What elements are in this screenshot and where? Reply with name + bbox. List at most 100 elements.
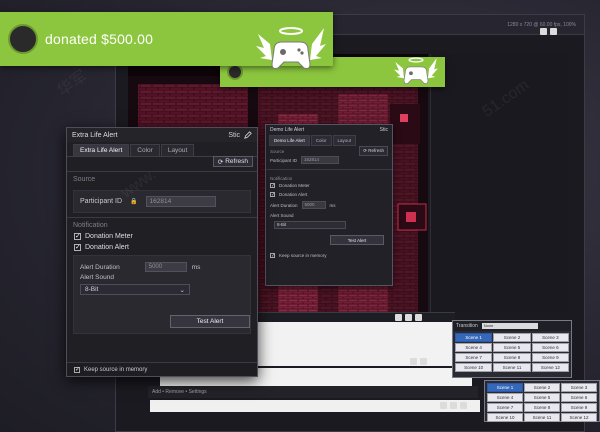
tab-layout[interactable]: Layout (332, 135, 357, 146)
scene-button[interactable]: Scene 1 (487, 383, 523, 392)
donation-meter-checkbox[interactable]: ✓ (74, 233, 81, 240)
scene-grid-2: Scene 1 Scene 2 Scene 3 Scene 4 Scene 5 Scene… (485, 381, 599, 424)
alert-label: Donation Alert (279, 192, 308, 197)
scene-button[interactable]: Scene 5 (524, 393, 560, 402)
settings-icon[interactable] (415, 314, 422, 321)
alert-sound-value: 8-Bit (85, 286, 99, 293)
extra-life-alert-dialog: Extra Life Alert Stic Extra Life Alert C… (66, 127, 258, 377)
scene-button[interactable]: Scene 8 (524, 403, 560, 412)
checkbox-alert[interactable]: ✓ (270, 192, 275, 198)
scene-button[interactable]: Scene 10 (455, 363, 493, 372)
sticky-toggle[interactable]: Stic (228, 132, 240, 139)
tab-color[interactable]: Color (310, 135, 332, 146)
dialog-tabs: Extra Life Alert Color Layout (67, 142, 257, 156)
scene-buttons-panel: Transition None Scene 1 Scene 2 Scene 3 Sce… (452, 320, 572, 378)
scene-button[interactable]: Scene 7 (455, 353, 493, 362)
obs-window-controls[interactable] (540, 28, 557, 35)
participant-id-label: Participant ID (80, 198, 123, 205)
duration-row: Alert Duration 5000 ms (266, 199, 392, 211)
tab-color[interactable]: Color (130, 144, 160, 156)
pen-icon[interactable] (244, 131, 252, 139)
minimize-icon[interactable] (540, 28, 547, 35)
scene-button[interactable]: Scene 2 (524, 383, 560, 392)
obs-footer-controls[interactable] (150, 400, 480, 412)
keep-row[interactable]: ✓ Keep source in memory (266, 251, 392, 260)
alert-sound-select[interactable]: 8-Bit ⌄ (80, 284, 190, 295)
donation-alert-checkbox[interactable]: ✓ (74, 244, 81, 251)
keep-source-label: Keep source in memory (84, 366, 148, 373)
duration-label: Alert Duration (270, 202, 298, 208)
scene-button[interactable]: Scene 8 (493, 353, 531, 362)
tab-layout[interactable]: Layout (160, 144, 195, 156)
avatar (227, 64, 243, 80)
divider (266, 169, 392, 170)
scene-button[interactable]: Scene 11 (524, 413, 560, 422)
transition-label: Transition (456, 323, 478, 329)
scene-button[interactable]: Scene 7 (487, 403, 523, 412)
sound-select[interactable]: 8-Bit (274, 221, 346, 229)
down-arrow-icon[interactable] (420, 358, 427, 365)
tab-extra-life-alert[interactable]: Extra Life Alert (73, 144, 130, 156)
alert-row[interactable]: ✓ Donation Alert (266, 190, 392, 199)
scene-button[interactable]: Scene 4 (487, 393, 523, 402)
close-icon[interactable] (550, 28, 557, 35)
sticky-label[interactable]: Stic (380, 127, 388, 133)
scene-button[interactable]: Scene 2 (493, 333, 531, 342)
up-arrow-icon[interactable] (410, 358, 417, 365)
trash-icon[interactable] (460, 402, 467, 409)
test-alert-button[interactable]: Test Alert (330, 235, 384, 245)
duration-unit: ms (191, 263, 201, 271)
transition-header: Transition None (453, 321, 571, 331)
scene-button[interactable]: Scene 5 (493, 343, 531, 352)
scene-button[interactable]: Scene 9 (561, 403, 597, 412)
scene-button[interactable]: Scene 12 (531, 363, 569, 372)
scene-button[interactable]: Scene 4 (455, 343, 493, 352)
donation-alert-row[interactable]: ✓ Donation Alert (67, 242, 257, 253)
source-section-label: Source (73, 176, 96, 183)
dialog-title: Demo Life Alert (270, 127, 305, 133)
meter-row[interactable]: ✓ Donation Meter (266, 181, 392, 190)
participant-id-input[interactable]: 162814 (145, 196, 216, 207)
refresh-button[interactable]: ⟳ Refresh (212, 156, 253, 167)
donation-meter-row[interactable]: ✓ Donation Meter (67, 231, 257, 242)
alert-duration-row: Alert Duration 5000 ms (80, 262, 244, 272)
scene-button[interactable]: Scene 9 (531, 353, 569, 362)
mic-icon[interactable] (395, 314, 402, 321)
scene-button[interactable]: Scene 10 (487, 413, 523, 422)
scene-button[interactable]: Scene 1 (455, 333, 493, 342)
tab-alert[interactable]: Demo Life Alert (269, 135, 310, 146)
obs-stats-text: 1280 x 720 @ 60.00 fps, 100% (507, 21, 576, 28)
alert-sound-label: Alert Sound (80, 274, 114, 281)
scene-button[interactable]: Scene 6 (561, 393, 597, 402)
keep-source-checkbox[interactable]: ✓ (74, 366, 80, 373)
dialog-titlebar: Demo Life Alert Stic (266, 125, 392, 135)
scene-button[interactable]: Scene 12 (561, 413, 597, 422)
pid-input[interactable]: 162814 (301, 156, 340, 164)
alert-duration-input[interactable]: 5000 (144, 262, 187, 272)
refresh-button[interactable]: ⟳ Refresh (359, 146, 388, 156)
scene-button[interactable]: Scene 3 (531, 333, 569, 342)
scene-button[interactable]: Scene 3 (561, 383, 597, 392)
keep-source-row[interactable]: ✓ Keep source in memory (67, 362, 257, 376)
donation-alert-label: Donation Alert (85, 244, 129, 251)
volume-icon[interactable] (405, 314, 412, 321)
footer-tools[interactable] (440, 402, 467, 409)
sources-tools[interactable] (410, 358, 427, 365)
transition-dropdown[interactable]: None (481, 323, 538, 329)
alert-settings-box: Alert Duration 5000 ms Alert Sound 8-Bit… (73, 255, 251, 334)
extra-life-controller-icon (256, 27, 326, 69)
title-controls: Stic (228, 131, 252, 139)
mixer-tools[interactable] (395, 314, 422, 321)
refresh-label: Refresh (368, 148, 384, 153)
down-icon[interactable] (450, 402, 457, 409)
up-icon[interactable] (440, 402, 447, 409)
dialog-tabs: Demo Life Alert Color Layout (266, 135, 392, 146)
scene-button[interactable]: Scene 6 (531, 343, 569, 352)
test-alert-button[interactable]: Test Alert (170, 315, 250, 328)
scene-button[interactable]: Scene 11 (493, 363, 531, 372)
duration-input[interactable]: 5000 (301, 201, 326, 209)
donation-meter-label: Donation Meter (85, 233, 133, 240)
scene-grid: Scene 1 Scene 2 Scene 3 Scene 4 Scene 5 Scene… (453, 331, 571, 374)
checkbox-keep[interactable]: ✓ (270, 253, 275, 259)
checkbox-meter[interactable]: ✓ (270, 183, 275, 189)
